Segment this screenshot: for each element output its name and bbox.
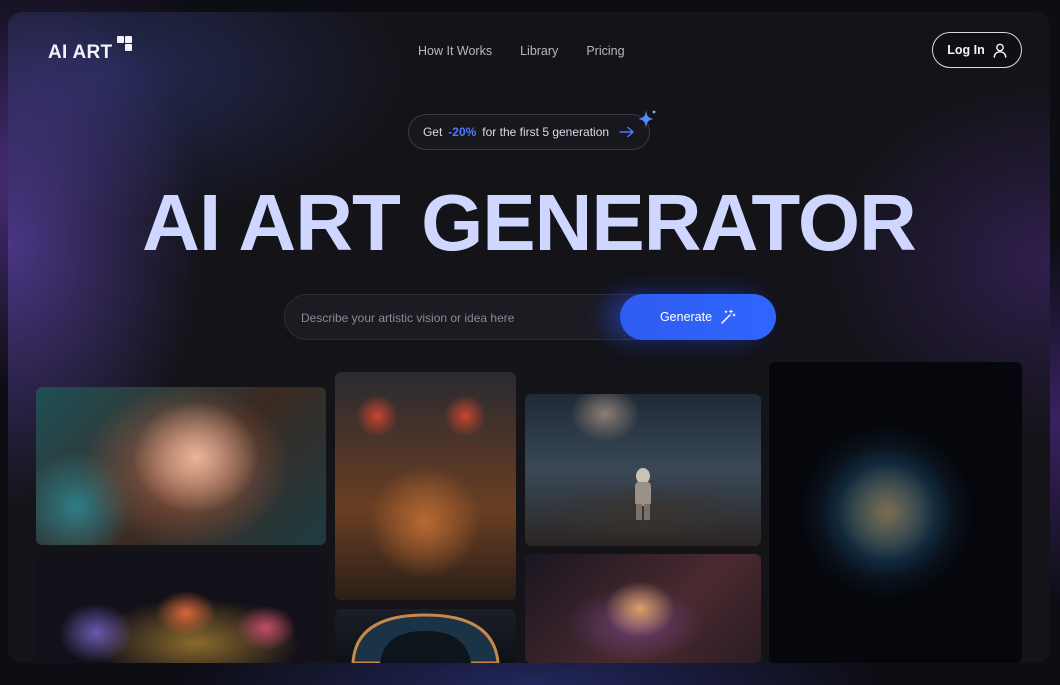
hero-title: AI ART GENERATOR <box>142 178 917 267</box>
nav-pricing[interactable]: Pricing <box>586 44 624 58</box>
gallery-image-earth[interactable] <box>769 362 1022 663</box>
promo-pill[interactable]: Get -20% for the first 5 generation <box>408 114 650 150</box>
login-button[interactable]: Log In <box>932 32 1022 68</box>
main-nav: How It Works Library Pricing <box>418 44 625 58</box>
magic-wand-icon <box>721 309 736 324</box>
arrow-right-icon <box>619 126 634 138</box>
nav-library[interactable]: Library <box>520 44 558 58</box>
astronaut-figure <box>635 468 651 520</box>
promo-prefix: Get <box>422 125 443 139</box>
promo-discount: -20% <box>448 125 477 139</box>
gallery-image-portrait[interactable] <box>36 387 326 545</box>
gallery-image-robot[interactable] <box>335 609 516 663</box>
login-label: Log In <box>947 43 985 57</box>
gallery-image-cat[interactable] <box>335 372 516 600</box>
prompt-bar: Generate <box>284 294 776 340</box>
logo-mark-icon <box>114 36 133 54</box>
app-window: AI ART How It Works Library Pricing Log … <box>8 12 1050 663</box>
gallery-image-astronaut[interactable] <box>525 394 761 546</box>
prompt-input[interactable] <box>301 307 601 329</box>
logo-text: AI ART <box>48 42 113 63</box>
promo-suffix: for the first 5 generation <box>482 125 610 139</box>
generate-label: Generate <box>659 310 713 324</box>
sparkle-icon <box>638 110 656 128</box>
generate-button[interactable]: Generate <box>620 294 776 340</box>
gallery-image-flowers[interactable] <box>36 553 326 663</box>
robot-helmet-shape <box>351 613 500 663</box>
nav-how-it-works[interactable]: How It Works <box>418 44 492 58</box>
logo[interactable]: AI ART <box>48 36 133 66</box>
user-icon <box>993 43 1007 58</box>
gallery-image-sculpture[interactable] <box>525 554 761 663</box>
